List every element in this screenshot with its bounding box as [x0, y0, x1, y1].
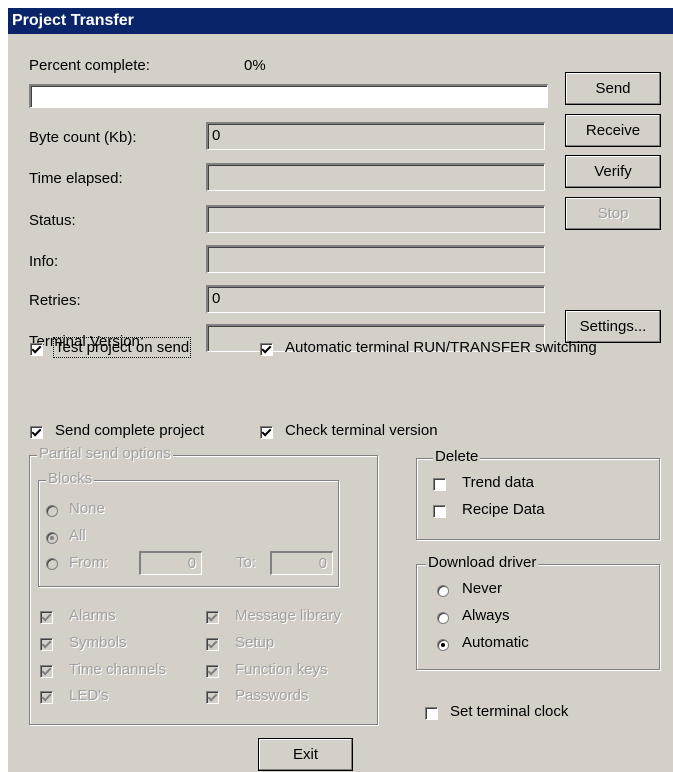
function-keys-label[interactable]: Function keys: [235, 661, 328, 678]
retries-field: 0: [206, 285, 545, 313]
blocks-all-label[interactable]: All: [69, 527, 86, 544]
trend-data-checkbox[interactable]: [433, 478, 446, 491]
delete-group: [416, 458, 660, 540]
set-clock-checkbox[interactable]: [425, 707, 438, 720]
setup-label[interactable]: Setup: [235, 634, 274, 651]
time-elapsed-field: [206, 163, 545, 191]
time-channels-label[interactable]: Time channels: [69, 661, 166, 678]
check-version-checkbox[interactable]: [260, 426, 273, 439]
status-label: Status:: [29, 212, 76, 229]
percent-complete-value: 0%: [244, 57, 266, 74]
message-library-checkbox[interactable]: [206, 611, 219, 624]
blocks-to-label: To:: [236, 554, 257, 571]
percent-complete-label: Percent complete:: [29, 57, 150, 74]
auto-switch-label[interactable]: Automatic terminal RUN/TRANSFER switchin…: [285, 339, 597, 356]
set-clock-label[interactable]: Set terminal clock: [450, 703, 568, 720]
recipe-data-label[interactable]: Recipe Data: [462, 501, 545, 518]
send-button[interactable]: Send: [565, 72, 661, 105]
blocks-none-label[interactable]: None: [69, 500, 105, 517]
driver-always-label[interactable]: Always: [462, 607, 510, 624]
send-complete-label[interactable]: Send complete project: [55, 422, 204, 439]
alarms-checkbox[interactable]: [40, 611, 53, 624]
passwords-label[interactable]: Passwords: [235, 687, 308, 704]
progress-bar: [29, 84, 548, 108]
time-elapsed-label: Time elapsed:: [29, 170, 123, 187]
leds-label[interactable]: LED's: [69, 687, 109, 704]
download-driver-group: [416, 564, 660, 670]
blocks-all-radio[interactable]: [46, 532, 58, 544]
blocks-from-label[interactable]: From:: [69, 554, 108, 571]
symbols-checkbox[interactable]: [40, 638, 53, 651]
verify-button[interactable]: Verify: [565, 155, 661, 188]
info-field: [206, 245, 545, 273]
auto-switch-checkbox[interactable]: [260, 343, 273, 356]
trend-data-label[interactable]: Trend data: [462, 474, 534, 491]
blocks-from-field[interactable]: 0: [139, 551, 202, 575]
driver-never-radio[interactable]: [437, 585, 449, 597]
driver-automatic-radio[interactable]: [437, 639, 449, 651]
title-bar[interactable]: Project Transfer: [8, 8, 673, 34]
stop-button[interactable]: Stop: [565, 197, 661, 230]
test-project-checkbox[interactable]: [30, 343, 43, 356]
byte-count-field: 0: [206, 122, 545, 150]
alarms-label[interactable]: Alarms: [69, 607, 116, 624]
delete-legend: Delete: [433, 448, 481, 465]
check-version-label[interactable]: Check terminal version: [285, 422, 438, 439]
test-project-label[interactable]: Test project on send: [52, 337, 192, 358]
message-library-label[interactable]: Message library: [235, 607, 341, 624]
window-title: Project Transfer: [12, 12, 134, 29]
byte-count-label: Byte count (Kb):: [29, 129, 137, 146]
info-label: Info:: [29, 253, 59, 270]
exit-button[interactable]: Exit: [258, 738, 353, 771]
blocks-legend: Blocks: [46, 470, 95, 487]
download-driver-legend: Download driver: [426, 554, 539, 571]
symbols-label[interactable]: Symbols: [69, 634, 127, 651]
receive-button[interactable]: Receive: [565, 114, 661, 147]
leds-checkbox[interactable]: [40, 691, 53, 704]
driver-always-radio[interactable]: [437, 612, 449, 624]
setup-checkbox[interactable]: [206, 638, 219, 651]
time-channels-checkbox[interactable]: [40, 665, 53, 678]
recipe-data-checkbox[interactable]: [433, 505, 446, 518]
partial-send-legend: Partial send options: [37, 445, 173, 462]
driver-automatic-label[interactable]: Automatic: [462, 634, 529, 651]
blocks-none-radio[interactable]: [46, 505, 58, 517]
function-keys-checkbox[interactable]: [206, 665, 219, 678]
blocks-from-radio[interactable]: [46, 558, 58, 570]
driver-never-label[interactable]: Never: [462, 580, 502, 597]
retries-label: Retries:: [29, 292, 81, 309]
passwords-checkbox[interactable]: [206, 691, 219, 704]
send-complete-checkbox[interactable]: [30, 426, 43, 439]
status-field: [206, 205, 545, 233]
blocks-to-field[interactable]: 0: [270, 551, 333, 575]
